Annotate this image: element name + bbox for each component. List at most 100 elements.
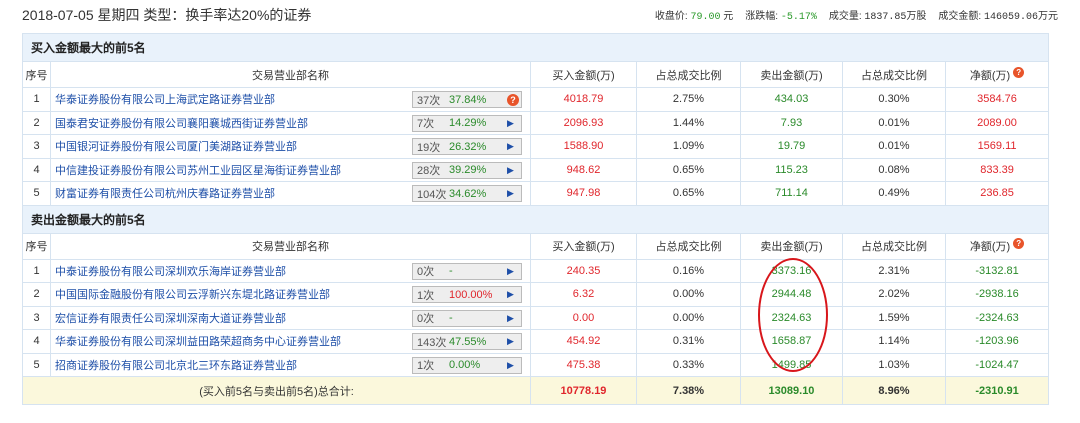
buy-ratio: 0.65% [636,181,741,206]
buy-ratio: 0.33% [636,352,741,377]
broker-stats-badge[interactable]: 7次 14.29% ▶ [412,114,522,132]
top-bar: 2018-07-05 星期四 类型：换手率达20%的证券 收盘价: 79.00 … [0,0,1080,30]
expand-arrow-icon[interactable]: ▶ [507,188,514,199]
broker-link[interactable]: 中泰证券股份有限公司深圳欢乐海岸证券营业部 [55,266,286,278]
expand-arrow-icon[interactable]: ▶ [507,266,514,277]
broker-stats-badge[interactable]: 0次 - ▶ [412,309,522,327]
appearance-count: 0次 [417,266,435,278]
broker-link[interactable]: 华泰证券股份有限公司上海武定路证券营业部 [55,94,275,106]
win-rate: - [449,312,453,324]
broker-stats-badge[interactable]: 37次 37.84%? [412,91,522,108]
section-title: 买入金额最大的前5名 [21,33,1050,62]
broker-stats-badge[interactable]: 28次 39.29% ▶ [412,161,522,179]
expand-arrow-icon[interactable]: ▶ [507,313,514,324]
column-header-row: 序号 交易营业部名称 买入金额(万) 占总成交比例 卖出金额(万) 占总成交比例 净额(万)… [22,232,1050,260]
total-buy: 10778.19 [530,376,637,405]
broker-link[interactable]: 中信建投证券股份有限公司苏州工业园区星海街证券营业部 [55,165,341,177]
column-header: 净额(万) ? [944,61,1050,88]
win-rate: 39.29% [449,164,487,176]
buy-amount: 6.32 [530,282,637,307]
column-header: 占总成交比例 [636,61,741,88]
net-amount: 2089.00 [944,110,1050,135]
buy-ratio: 2.75% [636,87,741,112]
red-circle-annotation [758,258,828,372]
broker-stats-badge[interactable]: 19次 26.32% ▶ [412,138,522,155]
sell-amount: 711.14 [740,181,843,206]
section-title-row: 买入金额最大的前5名 [21,33,1050,62]
win-rate: 14.29% [449,117,487,129]
buy-amount: 947.98 [530,181,637,206]
buy-amount: 0.00 [530,305,637,330]
row-number: 5 [22,352,51,377]
sell-ratio: 1.59% [842,305,946,330]
expand-arrow-icon[interactable]: ▶ [507,289,514,300]
appearance-count: 0次 [417,313,435,325]
stock-stats: 收盘价: 79.00 元 涨跌幅: -5.17% 成交量: 1837.85万股 … [655,7,1058,23]
appearance-count: 1次 [417,360,435,372]
broker-link[interactable]: 中国国际金融股份有限公司云浮新兴东堤北路证券营业部 [55,289,330,301]
total-label: (买入前5名与卖出前5名)总合计: [22,376,531,405]
column-header: 卖出金额(万) [740,232,843,260]
win-rate: 37.84% [449,93,487,106]
table-row: 2 国泰君安证券股份有限公司襄阳襄城西街证券营业部 7次 14.29% ▶ 2096… [22,110,1050,135]
sell-amount: 19.79 [740,134,843,159]
win-rate: 26.32% [449,140,487,153]
broker-stats-badge[interactable]: 0次 - ▶ [412,262,522,280]
table-row: 4 华泰证券股份有限公司深圳益田路荣超商务中心证券营业部 143次 47.55% ▶… [22,329,1050,354]
broker-stats-badge[interactable]: 104次 34.62% ▶ [412,185,522,202]
column-header: 买入金额(万) [530,61,637,88]
volume-label: 成交量: [828,11,862,22]
buy-amount: 2096.93 [530,110,637,135]
row-number: 5 [22,181,51,206]
sell-ratio: 2.31% [842,258,946,283]
column-header: 卖出金额(万) [740,61,843,88]
table-row: 1 中泰证券股份有限公司深圳欢乐海岸证券营业部 0次 - ▶ 240.35 0.16… [22,258,1050,283]
total-sell: 13089.10 [740,376,843,405]
column-header-row: 序号 交易营业部名称 买入金额(万) 占总成交比例 卖出金额(万) 占总成交比例 净额(万)… [22,61,1050,88]
expand-arrow-icon[interactable]: ▶ [507,165,514,176]
broker-stats-badge[interactable]: 1次 0.00% ▶ [412,356,522,374]
column-header: 占总成交比例 [636,232,741,260]
table-row: 2 中国国际金融股份有限公司云浮新兴东堤北路证券营业部 1次 100.00% ▶ 6… [22,282,1050,307]
sell-amount: 434.03 [740,87,843,112]
net-amount: -1024.47 [944,352,1050,377]
appearance-count: 143次 [417,336,447,349]
buy-amount: 1588.90 [530,134,637,159]
buy-ratio: 1.44% [636,110,741,135]
buy-amount: 454.92 [530,329,637,354]
appearance-count: 37次 [417,94,441,107]
help-icon[interactable]: ? [1013,66,1025,78]
sell-ratio: 0.08% [842,157,946,182]
sell-ratio: 0.30% [842,87,946,112]
buy-ratio: 0.00% [636,305,741,330]
broker-link[interactable]: 中国银河证券股份有限公司厦门美湖路证券营业部 [55,141,297,153]
row-number: 1 [22,258,51,283]
broker-link[interactable]: 财富证券有限责任公司杭州庆春路证券营业部 [55,188,275,200]
expand-arrow-icon[interactable]: ▶ [507,141,514,152]
net-amount: -3132.81 [944,258,1050,283]
table-row: 3 中国银河证券股份有限公司厦门美湖路证券营业部 19次 26.32% ▶ 1588… [22,134,1050,159]
buy-ratio: 0.00% [636,282,741,307]
expand-arrow-icon[interactable]: ▶ [507,336,514,347]
total-row: (买入前5名与卖出前5名)总合计: 10778.19 7.38% 13089.10 8.… [22,376,1050,405]
column-header: 占总成交比例 [842,232,946,260]
help-icon[interactable]: ? [1013,238,1025,249]
question-icon[interactable]: ? [507,93,519,106]
sell-ratio: 2.02% [842,282,946,307]
expand-arrow-icon[interactable]: ▶ [507,360,514,371]
trading-table: 买入金额最大的前5名 序号 交易营业部名称 买入金额(万) 占总成交比例 卖出金额(万) 占… [21,33,1050,405]
broker-stats-badge[interactable]: 1次 100.00% ▶ [412,286,522,303]
broker-link[interactable]: 国泰君安证券股份有限公司襄阳襄城西街证券营业部 [55,118,308,130]
broker-link[interactable]: 宏信证券有限责任公司深圳深南大道证券营业部 [55,313,286,325]
total-net: -2310.91 [944,376,1050,405]
broker-stats-badge[interactable]: 143次 47.55% ▶ [412,333,522,350]
buy-ratio: 0.65% [636,157,741,182]
broker-link[interactable]: 华泰证券股份有限公司深圳益田路荣超商务中心证券营业部 [55,336,341,348]
expand-arrow-icon[interactable]: ▶ [507,118,514,129]
buy-ratio: 0.16% [636,258,741,283]
column-header: 净额(万) ? [944,232,1050,260]
broker-link[interactable]: 招商证券股份有限公司北京北三环东路证券营业部 [55,360,297,372]
close-label: 收盘价: [654,11,688,22]
buy-ratio: 1.09% [636,134,741,159]
buy-ratio: 0.31% [636,329,741,354]
